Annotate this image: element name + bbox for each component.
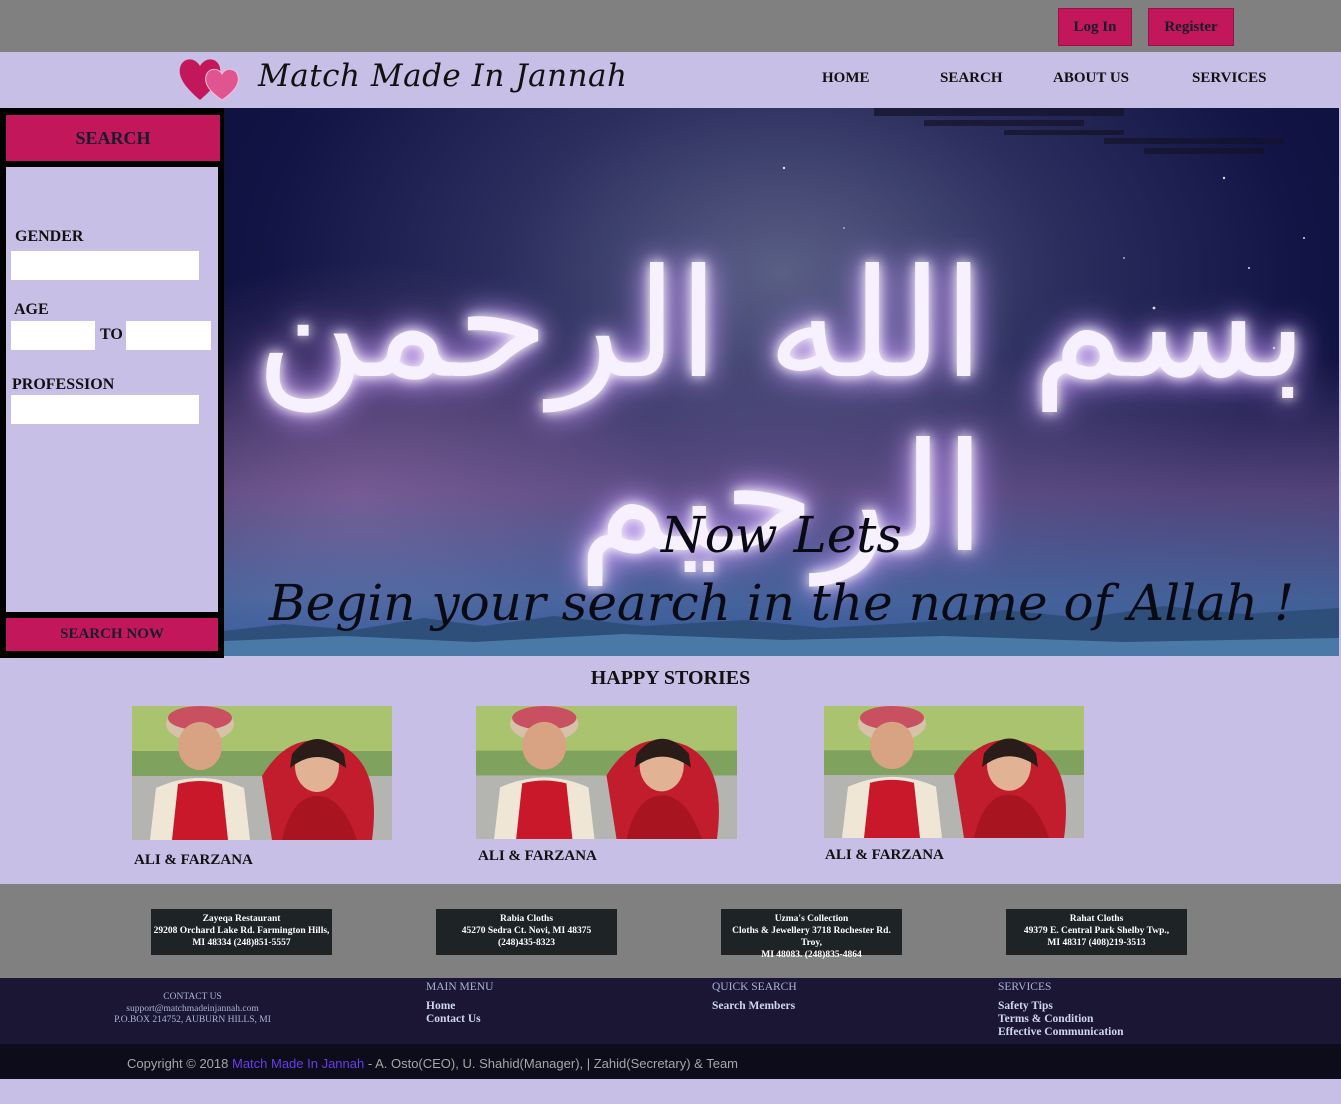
age-to-input[interactable] xyxy=(126,321,211,350)
footer-contact: CONTACT US support@matchmadeinjannah.com… xyxy=(110,992,275,1027)
footer-quick-search: QUICK SEARCH Search Members xyxy=(712,981,797,1013)
sponsor-card[interactable]: Uzma's Collection Cloths & Jewellery 371… xyxy=(721,909,902,960)
brand-name[interactable]: Match Made In Jannah xyxy=(258,58,627,94)
profession-input[interactable] xyxy=(11,395,199,424)
sponsor-card[interactable]: Rahat Cloths 49379 E. Central Park Shelb… xyxy=(1006,909,1187,955)
register-button[interactable]: Register xyxy=(1148,8,1234,46)
sponsor-name: Rahat Cloths xyxy=(1069,914,1124,924)
main-menu-title: MAIN MENU xyxy=(426,981,494,993)
profession-label: PROFESSION xyxy=(12,376,115,393)
sponsors-strip: Zayeqa Restaurant 29208 Orchard Lake Rd.… xyxy=(0,884,1341,978)
hearts-logo-icon[interactable] xyxy=(178,52,248,102)
sponsor-phone: MI 48334 (248)851-5557 xyxy=(192,938,291,948)
sponsor-name: Zayeqa Restaurant xyxy=(202,914,281,924)
quick-search-title: QUICK SEARCH xyxy=(712,981,797,993)
copyright-text: Copyright © 2018 Match Made In Jannah - … xyxy=(127,1056,738,1071)
search-form: GENDER AGE TO PROFESSION xyxy=(6,167,218,612)
site-header: Match Made In Jannah HOME SEARCH ABOUT U… xyxy=(0,52,1341,108)
contact-address: P.O.BOX 214752, AUBURN HILLS, MI xyxy=(114,1015,271,1025)
age-to-label: TO xyxy=(100,326,123,343)
story-photo[interactable] xyxy=(476,706,737,839)
search-now-button[interactable]: SEARCH NOW xyxy=(6,618,218,651)
copyright-brand-link[interactable]: Match Made In Jannah xyxy=(232,1056,364,1071)
gender-input[interactable] xyxy=(11,251,199,280)
hero-heading-line2: Begin your search in the name of Allah ! xyxy=(268,574,1295,632)
sponsor-phone: (248)435-8323 xyxy=(498,938,555,948)
story-photo[interactable] xyxy=(824,706,1084,838)
footer-link-safety-tips[interactable]: Safety Tips xyxy=(998,1000,1124,1013)
nav-services[interactable]: SERVICES xyxy=(1192,70,1267,87)
sponsor-card[interactable]: Zayeqa Restaurant 29208 Orchard Lake Rd.… xyxy=(151,909,332,955)
copyright-bar: Copyright © 2018 Match Made In Jannah - … xyxy=(0,1044,1341,1079)
sponsor-phone: MI 48317 (408)219-3513 xyxy=(1047,938,1146,948)
search-panel-title: SEARCH xyxy=(6,115,220,161)
footer-link-contact[interactable]: Contact Us xyxy=(426,1013,493,1026)
copyright-prefix: Copyright © 2018 xyxy=(127,1056,232,1071)
footer-link-terms[interactable]: Terms & Condition xyxy=(998,1013,1124,1026)
gender-label: GENDER xyxy=(15,228,84,245)
story-caption: ALI & FARZANA xyxy=(134,852,253,868)
age-from-input[interactable] xyxy=(11,321,95,350)
couple-photo-icon xyxy=(824,706,1084,838)
nav-search[interactable]: SEARCH xyxy=(940,70,1003,87)
sponsor-phone: MI 48083. (248)835-4864 xyxy=(761,950,862,960)
sponsor-name: Rabia Cloths xyxy=(499,914,554,924)
couple-photo-icon xyxy=(476,706,737,839)
happy-stories-title: HAPPY STORIES xyxy=(590,667,751,689)
footer-link-search-members[interactable]: Search Members xyxy=(712,1000,797,1013)
nav-home[interactable]: HOME xyxy=(822,70,870,87)
story-caption: ALI & FARZANA xyxy=(825,847,944,863)
footer-link-home[interactable]: Home xyxy=(426,1000,493,1013)
contact-email[interactable]: support@matchmadeinjannah.com xyxy=(110,1004,275,1016)
sponsor-card[interactable]: Rabia Cloths 45270 Sedra Ct. Novi, MI 48… xyxy=(436,909,617,955)
couple-photo-icon xyxy=(132,706,392,840)
sponsor-address: Cloths & Jewellery 3718 Rochester Rd. Tr… xyxy=(732,926,891,948)
services-title: SERVICES xyxy=(998,981,1052,993)
copyright-suffix: - A. Osto(CEO), U. Shahid(Manager), | Za… xyxy=(364,1056,738,1071)
story-photo[interactable] xyxy=(132,706,392,840)
login-button[interactable]: Log In xyxy=(1058,8,1132,46)
sponsor-name: Uzma's Collection xyxy=(774,914,849,924)
age-label: AGE xyxy=(14,301,49,318)
footer-main-menu: MAIN MENU Home Contact Us xyxy=(426,981,493,1026)
hero-banner: بسم الله الرحمن الرحيم Now Lets Begin yo… xyxy=(224,108,1339,656)
footer-link-communication[interactable]: Effective Communication xyxy=(998,1026,1124,1039)
story-caption: ALI & FARZANA xyxy=(478,848,597,864)
contact-title: CONTACT US xyxy=(163,992,222,1002)
sponsor-address: 49379 E. Central Park Shelby Twp., xyxy=(1023,926,1170,936)
sponsor-address: 29208 Orchard Lake Rd. Farmington Hills, xyxy=(153,926,330,936)
sponsor-address: 45270 Sedra Ct. Novi, MI 48375 xyxy=(461,926,592,936)
footer-services: SERVICES Safety Tips Terms & Condition E… xyxy=(998,981,1124,1039)
nav-about-us[interactable]: ABOUT US xyxy=(1053,70,1129,87)
hero-heading-line1: Now Lets xyxy=(660,506,903,564)
top-bar: Log In Register xyxy=(0,0,1341,52)
site-footer: CONTACT US support@matchmadeinjannah.com… xyxy=(0,978,1341,1044)
